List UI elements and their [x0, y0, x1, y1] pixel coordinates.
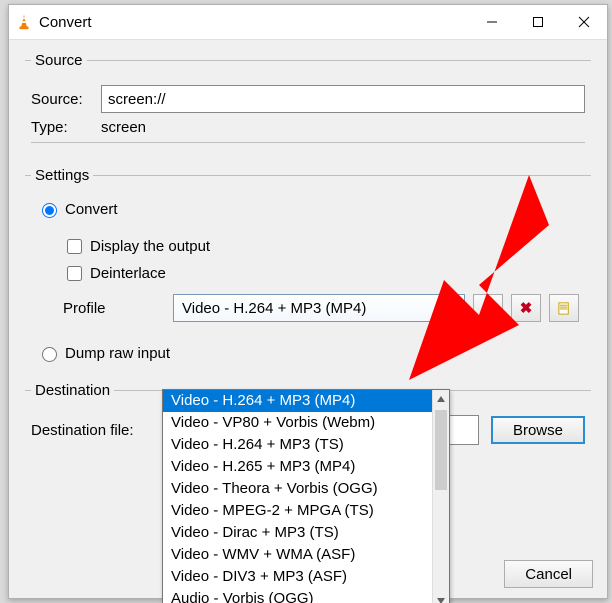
profile-option[interactable]: Video - Theora + Vorbis (OGG) — [163, 478, 433, 500]
edit-profile-button[interactable] — [473, 294, 503, 322]
scroll-thumb[interactable] — [435, 410, 447, 490]
convert-radio[interactable]: Convert — [37, 200, 585, 218]
type-value: screen — [101, 119, 146, 136]
convert-radio-label: Convert — [65, 201, 118, 218]
profile-combobox[interactable]: Video - H.264 + MP3 (MP4) — [173, 294, 465, 322]
settings-legend: Settings — [31, 167, 93, 184]
display-output-checkbox[interactable]: Display the output — [63, 236, 585, 257]
profile-option[interactable]: Video - H.264 + MP3 (TS) — [163, 434, 433, 456]
minimize-button[interactable] — [469, 5, 515, 39]
profile-option[interactable]: Video - H.264 + MP3 (MP4) — [163, 390, 433, 412]
profile-selected-value: Video - H.264 + MP3 (MP4) — [182, 300, 366, 317]
profile-dropdown-list[interactable]: Video - H.264 + MP3 (MP4)Video - VP80 + … — [162, 389, 450, 603]
x-icon: ✖ — [520, 299, 533, 317]
destination-file-label: Destination file: — [31, 422, 134, 439]
deinterlace-input[interactable] — [67, 266, 82, 281]
source-legend: Source — [31, 52, 87, 69]
settings-group: Settings Convert Display the output Dein… — [25, 167, 591, 368]
profile-option[interactable]: Video - WMV + WMA (ASF) — [163, 544, 433, 566]
source-group: Source Source: Type: screen — [25, 52, 591, 153]
cancel-button[interactable]: Cancel — [504, 560, 593, 588]
profile-option[interactable]: Video - H.265 + MP3 (MP4) — [163, 456, 433, 478]
deinterlace-checkbox[interactable]: Deinterlace — [63, 263, 585, 284]
deinterlace-label: Deinterlace — [90, 265, 166, 282]
maximize-button[interactable] — [515, 5, 561, 39]
browse-button[interactable]: Browse — [491, 416, 585, 444]
dialog-buttons: Cancel — [494, 560, 593, 588]
profile-option[interactable]: Audio - Vorbis (OGG) — [163, 588, 433, 603]
scroll-up-button[interactable] — [433, 390, 449, 408]
convert-radio-input[interactable] — [42, 203, 57, 218]
display-output-input[interactable] — [67, 239, 82, 254]
dump-raw-radio-input[interactable] — [42, 347, 57, 362]
source-label: Source: — [31, 91, 101, 108]
display-output-label: Display the output — [90, 238, 210, 255]
scrollbar[interactable] — [432, 390, 449, 603]
new-file-icon — [557, 301, 572, 316]
divider — [31, 142, 585, 143]
profile-option[interactable]: Video - Dirac + MP3 (TS) — [163, 522, 433, 544]
titlebar: Convert — [9, 5, 607, 40]
wrench-icon — [480, 300, 496, 316]
scroll-down-button[interactable] — [433, 592, 449, 603]
profile-option[interactable]: Video - DIV3 + MP3 (ASF) — [163, 566, 433, 588]
delete-profile-button[interactable]: ✖ — [511, 294, 541, 322]
new-profile-button[interactable] — [549, 294, 579, 322]
window-title: Convert — [39, 14, 92, 31]
close-button[interactable] — [561, 5, 607, 39]
dump-raw-label: Dump raw input — [65, 345, 170, 362]
dump-raw-radio[interactable]: Dump raw input — [37, 344, 585, 362]
chevron-down-icon — [444, 299, 460, 315]
source-input[interactable] — [101, 85, 585, 113]
vlc-cone-icon — [9, 13, 39, 31]
profile-option[interactable]: Video - VP80 + Vorbis (Webm) — [163, 412, 433, 434]
profile-label: Profile — [63, 300, 173, 317]
type-label: Type: — [31, 119, 101, 136]
profile-option[interactable]: Video - MPEG-2 + MPGA (TS) — [163, 500, 433, 522]
destination-legend: Destination — [31, 382, 114, 399]
